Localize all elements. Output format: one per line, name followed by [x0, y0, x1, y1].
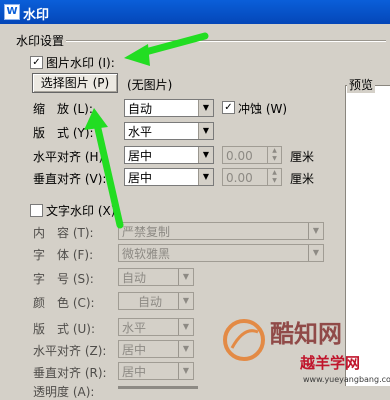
- picture-h-offset-value: 0.00: [226, 149, 253, 163]
- transparency-slider[interactable]: [118, 386, 198, 389]
- picture-status: (无图片): [127, 78, 173, 92]
- select-picture-button[interactable]: 选择图片 (P): [32, 73, 118, 93]
- color-dropdown[interactable]: 自动 ▼: [118, 292, 194, 310]
- picture-v-align-dropdown[interactable]: 居中 ▼: [124, 168, 214, 186]
- dropdown-arrow-icon: ▼: [198, 123, 213, 139]
- text-layout-value: 水平: [122, 321, 147, 335]
- site-url-watermark: www.yueyangbang.com: [303, 375, 390, 384]
- font-value: 微软雅黑: [122, 247, 171, 261]
- spin-arrows-icon[interactable]: ▲ ▼: [267, 169, 281, 185]
- checkmark-icon: ✓: [32, 57, 41, 68]
- group-divider: [66, 40, 386, 42]
- title-bar[interactable]: W 水印: [0, 0, 390, 24]
- dropdown-arrow-icon: ▼: [178, 293, 193, 309]
- color-label: 颜 色 (C):: [33, 296, 95, 310]
- color-value: 自动: [138, 295, 163, 309]
- text-layout-label: 版 式 (U):: [33, 322, 96, 336]
- picture-h-offset-spinner[interactable]: 0.00 ▲ ▼: [222, 146, 282, 164]
- content-dropdown[interactable]: 严禁复制 ▼: [118, 222, 324, 240]
- size-label: 字 号 (S):: [33, 272, 94, 286]
- text-v-align-value: 居中: [122, 365, 147, 379]
- text-watermark-label[interactable]: 文字水印 (X): [46, 202, 115, 219]
- washout-label[interactable]: 冲蚀 (W): [238, 100, 287, 117]
- dropdown-arrow-icon: ▼: [178, 341, 193, 357]
- picture-layout-label: 版 式 (Y):: [33, 126, 94, 140]
- scale-dropdown[interactable]: 自动 ▼: [124, 99, 214, 117]
- preview-panel: [345, 85, 390, 386]
- text-h-align-dropdown[interactable]: 居中 ▼: [118, 340, 194, 358]
- dropdown-arrow-icon: ▼: [198, 169, 213, 185]
- site-brand-watermark: 越羊学网: [300, 354, 361, 372]
- site-logo-icon: [223, 319, 265, 361]
- dropdown-arrow-icon: ▼: [178, 269, 193, 285]
- picture-v-align-value: 居中: [128, 171, 153, 185]
- picture-layout-dropdown[interactable]: 水平 ▼: [124, 122, 214, 140]
- picture-v-offset-spinner[interactable]: 0.00 ▲ ▼: [222, 168, 282, 186]
- content-value: 严禁复制: [122, 225, 171, 239]
- window-title: 水印: [23, 8, 50, 23]
- dropdown-arrow-icon: ▼: [178, 363, 193, 379]
- text-layout-dropdown[interactable]: 水平 ▼: [118, 318, 194, 336]
- text-v-align-dropdown[interactable]: 居中 ▼: [118, 362, 194, 380]
- spin-arrows-icon[interactable]: ▲ ▼: [267, 147, 281, 163]
- picture-v-unit: 厘米: [290, 172, 315, 186]
- text-v-align-label: 垂直对齐 (R):: [33, 366, 107, 380]
- dropdown-arrow-icon: ▼: [198, 147, 213, 163]
- picture-v-offset-value: 0.00: [226, 171, 253, 185]
- transparency-label: 透明度 (A):: [33, 385, 95, 399]
- picture-h-align-label: 水平对齐 (H):: [33, 150, 108, 164]
- section-title: 水印设置: [16, 34, 65, 48]
- size-value: 自动: [122, 271, 147, 285]
- scale-label: 缩 放 (L):: [33, 102, 93, 116]
- dropdown-arrow-icon: ▼: [198, 100, 213, 116]
- text-h-align-value: 居中: [122, 343, 147, 357]
- checkmark-icon: ✓: [224, 102, 233, 113]
- content-label: 内 容 (T):: [33, 226, 94, 240]
- size-dropdown[interactable]: 自动 ▼: [118, 268, 194, 286]
- washout-checkbox[interactable]: ✓: [222, 101, 235, 114]
- text-watermark-checkbox[interactable]: [30, 204, 43, 217]
- font-label: 字 体 (F):: [33, 248, 94, 262]
- font-dropdown[interactable]: 微软雅黑 ▼: [118, 244, 324, 262]
- dropdown-arrow-icon: ▼: [178, 319, 193, 335]
- dropdown-arrow-icon: ▼: [308, 223, 323, 239]
- picture-watermark-checkbox[interactable]: ✓: [30, 56, 43, 69]
- app-icon: W: [4, 4, 20, 20]
- scale-value: 自动: [128, 102, 153, 116]
- site-watermark: 酷知网: [270, 320, 342, 348]
- picture-h-align-dropdown[interactable]: 居中 ▼: [124, 146, 214, 164]
- picture-v-align-label: 垂直对齐 (V):: [33, 172, 107, 186]
- text-h-align-label: 水平对齐 (Z):: [33, 344, 107, 358]
- dropdown-arrow-icon: ▼: [308, 245, 323, 261]
- preview-label: 预览: [347, 76, 376, 93]
- picture-h-unit: 厘米: [290, 150, 315, 164]
- picture-layout-value: 水平: [128, 125, 153, 139]
- picture-h-align-value: 居中: [128, 149, 153, 163]
- picture-watermark-label[interactable]: 图片水印 (I):: [46, 54, 115, 71]
